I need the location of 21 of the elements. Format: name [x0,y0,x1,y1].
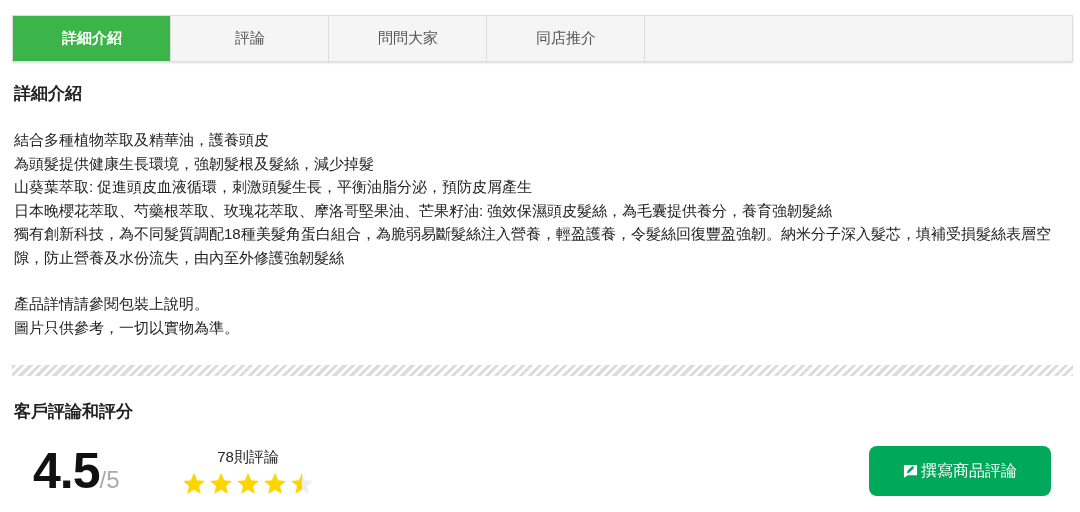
tab[interactable]: 問問大家 [329,16,487,61]
star-icon [264,473,286,494]
star-icon [183,473,205,494]
tab[interactable]: 評論 [171,16,329,61]
tab[interactable]: 同店推介 [487,16,645,61]
description-text: 山葵葉萃取: 促進頭皮血液循環，刺激頭髮生長，平衡油脂分泌，預防皮屑產生 [14,177,534,197]
rating-score: 4.5 [33,442,100,500]
description-text: 結合多種植物萃取及精華油，護養頭皮 [14,130,270,150]
description-text: 日本晚櫻花萃取、芍藥根萃取、玫瑰花萃取、摩洛哥堅果油、芒果籽油: 強效保濕頭皮髮絲，為毛囊提供養分，養育強韌髮絲 [14,200,834,221]
description-text: 獨有創新科技，為不同髮質調配18種美髮角蛋白組合，為脆弱易斷髮絲注入營養，輕盈護養，令髮絲回復豐盈強韌。納米分子深入髮芯，填補受損髮絲表層空隙，防止營養及水份流失，由內至外修護強韌髮絲 [14,224,1052,268]
description-text: 為頭髮提供健康生長環境，強韌髮根及髮絲，減少掉髮 [14,153,375,174]
description-text: 圖片只供參考，一切以實物為準。 [14,317,240,338]
star-icon [291,473,313,494]
star-icon [237,473,259,494]
rating-max: /5 [99,466,120,494]
edit-icon [903,463,918,479]
review-count: 78則評論 [217,448,279,467]
description-text: 產品詳情請參閱包裝上說明。 [14,294,210,314]
section-heading: 客戶評論和評分 [14,401,134,423]
section-heading: 詳細介紹 [14,83,83,105]
star-icon [210,473,232,494]
